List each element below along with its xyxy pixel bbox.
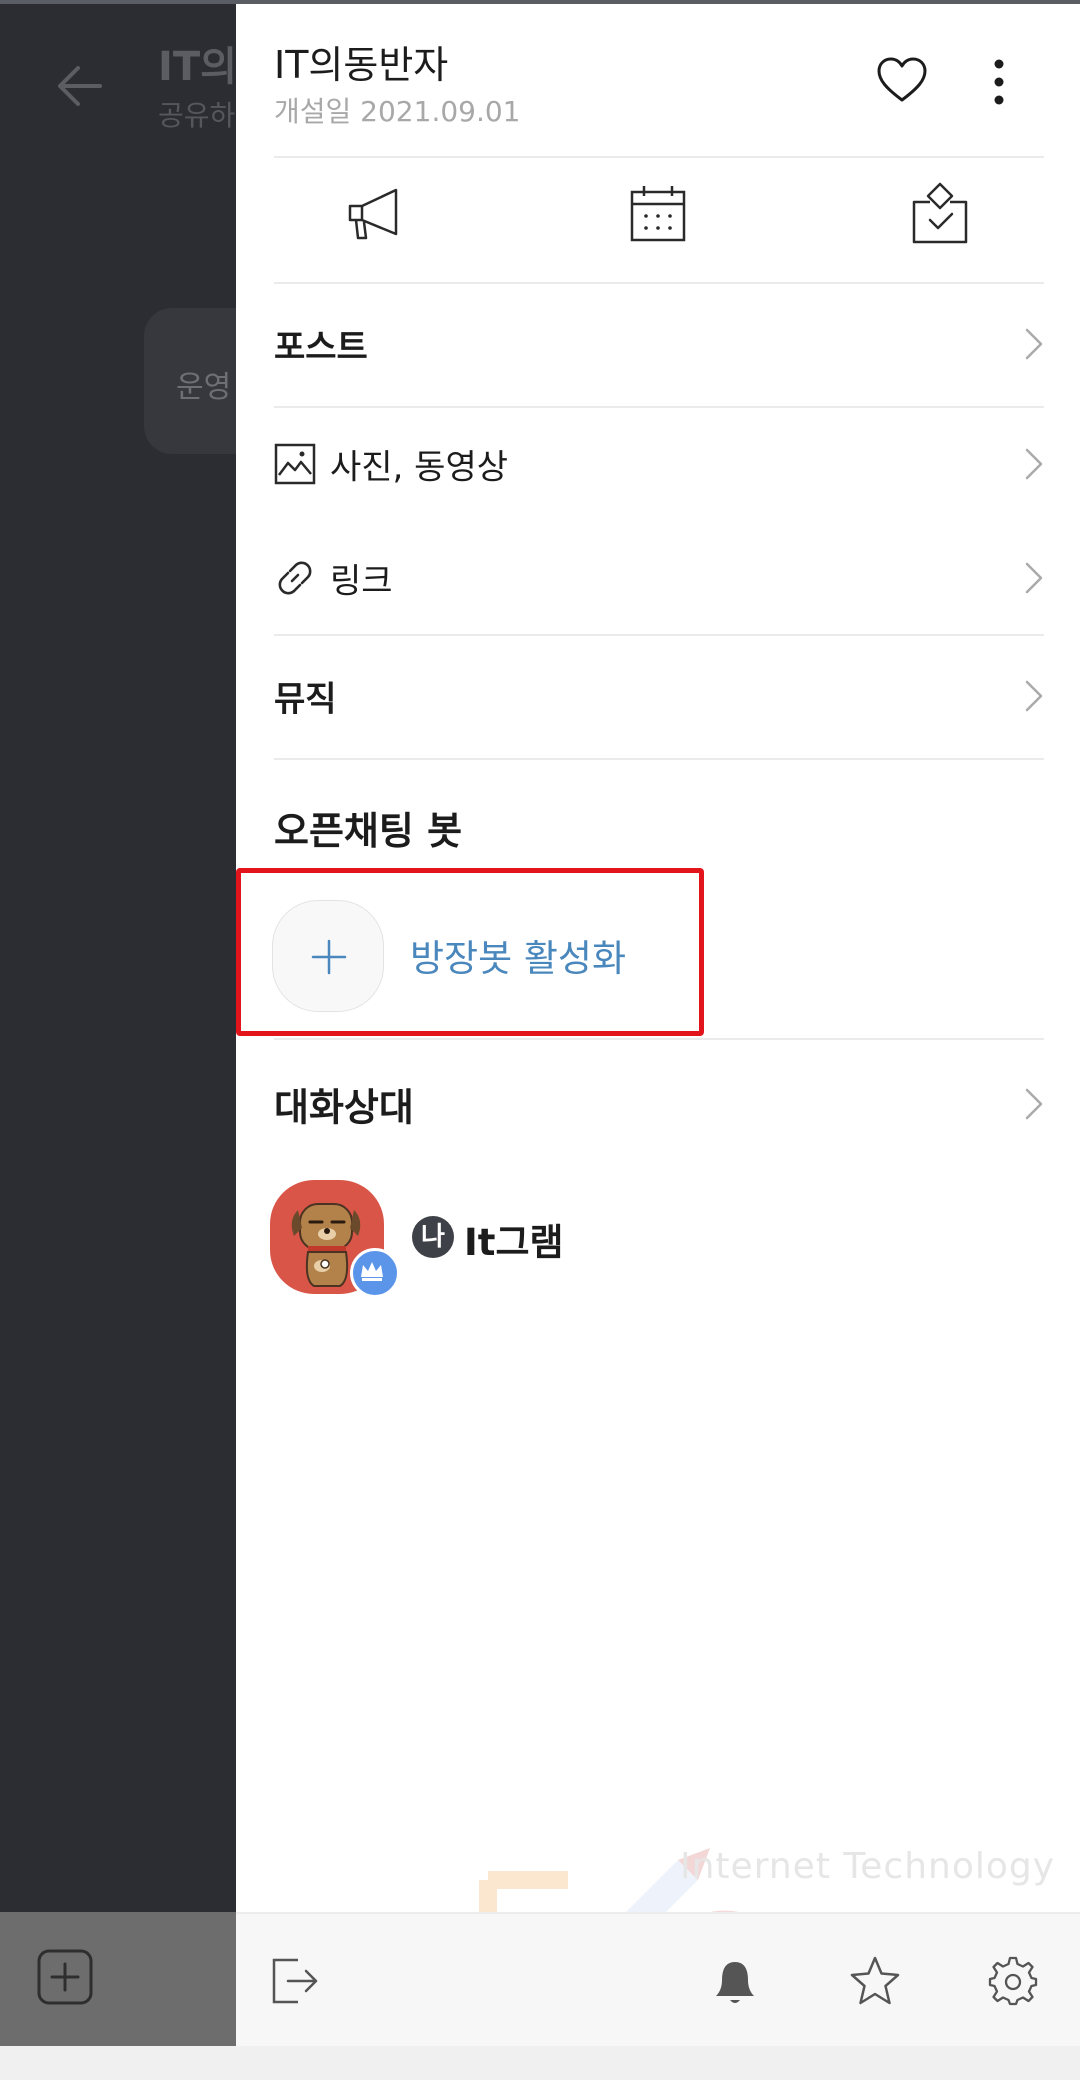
plus-icon bbox=[311, 939, 347, 975]
activate-bot-button[interactable] bbox=[272, 900, 384, 1012]
back-arrow-icon bbox=[58, 66, 102, 106]
menu-item-post-label: 포스트 bbox=[274, 327, 368, 368]
link-icon bbox=[278, 561, 312, 595]
chat-room-drawer: IT의동반자 개설일 2021.09.01 포스트 사진, 동영상 링크 뮤직 … bbox=[236, 4, 1080, 2058]
room-title: IT의동반자 bbox=[274, 43, 449, 87]
watermark-tagline: Internet Technology bbox=[680, 1846, 1056, 1887]
bot-section-title: 오픈채팅 봇 bbox=[274, 809, 463, 853]
megaphone-icon[interactable] bbox=[344, 182, 408, 246]
more-options-icon[interactable] bbox=[992, 58, 1006, 106]
room-created-date: 개설일 2021.09.01 bbox=[274, 95, 521, 128]
chevron-right-icon bbox=[1025, 562, 1043, 594]
divider bbox=[274, 282, 1044, 284]
menu-item-media[interactable]: 사진, 동영상 bbox=[274, 424, 1044, 504]
calendar-icon[interactable] bbox=[626, 182, 690, 246]
divider bbox=[274, 156, 1044, 158]
member-name[interactable]: It그램 bbox=[464, 1212, 564, 1266]
me-badge: 나 bbox=[412, 1216, 454, 1258]
menu-item-music-label: 뮤직 bbox=[274, 679, 337, 720]
activate-bot-label[interactable]: 방장봇 활성화 bbox=[410, 928, 626, 982]
menu-item-link-label: 링크 bbox=[330, 561, 393, 602]
gear-icon[interactable] bbox=[986, 1954, 1040, 2008]
divider bbox=[274, 758, 1044, 760]
chevron-right-icon bbox=[1025, 1088, 1043, 1120]
background-chat-title: IT의동반자 bbox=[158, 44, 236, 90]
heart-icon[interactable] bbox=[876, 56, 928, 104]
menu-item-post[interactable]: 포스트 bbox=[274, 304, 1044, 384]
background-chat-overlay[interactable]: IT의동반자 공유하 운영 bbox=[0, 4, 236, 1912]
background-input-bar bbox=[0, 1912, 236, 2046]
divider bbox=[274, 406, 1044, 408]
menu-item-music[interactable]: 뮤직 bbox=[274, 656, 1044, 736]
star-icon[interactable] bbox=[848, 1954, 902, 2008]
chevron-right-icon bbox=[1025, 328, 1043, 360]
members-section-title: 대화상대 bbox=[274, 1085, 414, 1130]
crown-icon bbox=[350, 1248, 400, 1298]
background-notice-text: 운영 bbox=[176, 370, 232, 405]
add-attachment-icon bbox=[37, 1949, 93, 2005]
bell-icon[interactable] bbox=[708, 1954, 762, 2008]
vote-box-icon[interactable] bbox=[908, 182, 972, 246]
background-chat-subtitle: 공유하 bbox=[158, 99, 236, 132]
drawer-bottom-bar bbox=[236, 1912, 1080, 2048]
divider bbox=[274, 1038, 1044, 1040]
chevron-right-icon bbox=[1025, 680, 1043, 712]
exit-icon[interactable] bbox=[268, 1954, 322, 2008]
menu-item-link[interactable]: 링크 bbox=[274, 538, 1044, 618]
background-notice-bubble: 운영 bbox=[144, 308, 236, 454]
members-header[interactable]: 대화상대 bbox=[274, 1064, 1044, 1144]
system-bottom-strip bbox=[0, 2046, 1080, 2080]
divider bbox=[274, 634, 1044, 636]
image-icon bbox=[274, 443, 316, 485]
menu-item-media-label: 사진, 동영상 bbox=[330, 447, 509, 488]
chevron-right-icon bbox=[1025, 448, 1043, 480]
